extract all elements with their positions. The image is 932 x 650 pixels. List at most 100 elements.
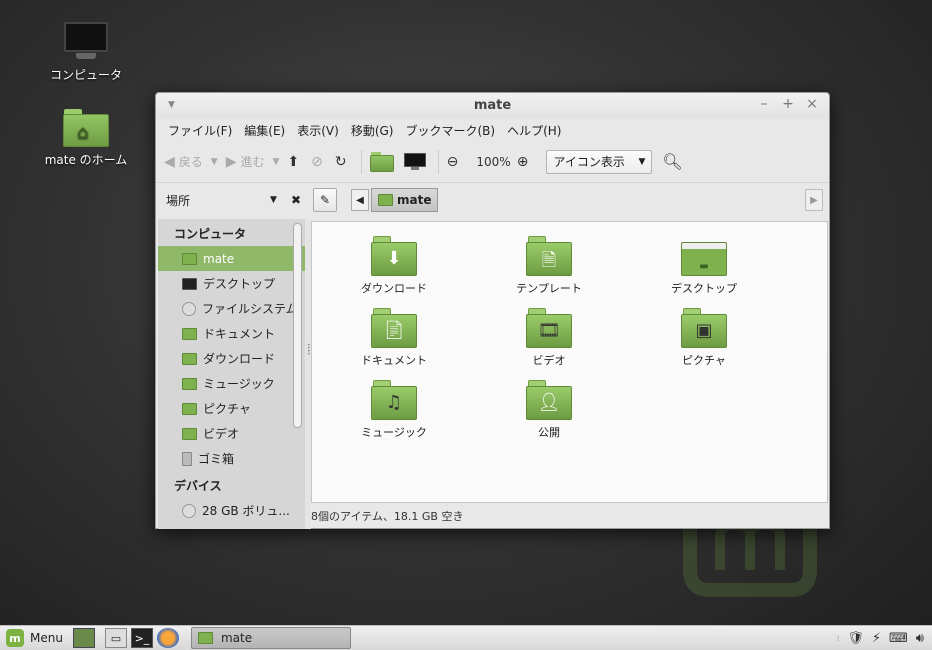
update-shield-icon[interactable]: 🛡︎ xyxy=(847,631,864,646)
up-button[interactable]: ⬆ xyxy=(287,154,303,170)
drive-icon xyxy=(182,503,196,518)
breadcrumb-mate[interactable]: mate xyxy=(371,188,439,212)
tray-handle-icon: ⁞ xyxy=(836,633,840,643)
sidebar-header: 場所 ▼ ✖ xyxy=(156,192,301,209)
stop-icon: ⊘ xyxy=(311,153,323,170)
back-arrow-icon: ◀ xyxy=(164,153,175,170)
file-item-templates[interactable]: 🗎 テンプレート xyxy=(489,236,609,296)
zoom-in-icon: ⊕ xyxy=(516,153,529,170)
taskbar-window-label: mate xyxy=(220,631,253,645)
music-folder-icon: ♫ xyxy=(371,380,417,420)
sidebar-item-downloads[interactable]: ダウンロード xyxy=(158,346,305,371)
sidebar-item-videos[interactable]: ビデオ xyxy=(158,421,305,446)
toggle-location-entry-button[interactable]: ✎ xyxy=(313,188,337,212)
minimize-button[interactable]: – xyxy=(756,96,772,112)
location-bar: 場所 ▼ ✖ ✎ ◀ mate ▶ xyxy=(156,183,829,217)
sidebar-item-volume[interactable]: 28 GB ボリュ... xyxy=(158,498,305,523)
sidebar-item-music[interactable]: ミュージック xyxy=(158,371,305,396)
menu-go[interactable]: 移動(G) xyxy=(345,122,400,139)
desktop-computer-label: コンピュータ xyxy=(49,68,122,82)
sidebar-item-label: デスクトップ xyxy=(203,277,276,291)
file-item-videos[interactable]: 🎞︎ ビデオ xyxy=(489,308,609,368)
file-item-label: デスクトップ xyxy=(671,282,737,295)
public-folder-icon: 👤︎ xyxy=(526,380,572,420)
sidebar-item-label: ファイルシステム xyxy=(202,302,298,316)
system-tray: ⁞ 🛡︎ ⚡︎ ⌨ 🔊︎ xyxy=(837,626,932,650)
home-folder-icon: ⌂ xyxy=(62,107,110,147)
sidebar-item-filesystem[interactable]: ファイルシステム xyxy=(158,296,305,321)
file-item-label: テンプレート xyxy=(516,282,582,295)
computer-button[interactable] xyxy=(403,152,426,172)
file-item-documents[interactable]: 📄︎ ドキュメント xyxy=(334,308,454,368)
menu-bookmarks[interactable]: ブックマーク(B) xyxy=(399,122,501,139)
search-button[interactable]: 🔍︎ xyxy=(662,152,686,171)
sidebar-item-documents[interactable]: ドキュメント xyxy=(158,321,305,346)
forward-label: 進む xyxy=(240,155,265,169)
menu-help[interactable]: ヘルプ(H) xyxy=(501,122,567,139)
sidebar-item-trash[interactable]: ゴミ箱 xyxy=(158,446,305,471)
trash-icon xyxy=(182,451,192,466)
desktop-icon xyxy=(182,277,197,290)
sidebar-item-label: ビデオ xyxy=(203,427,240,441)
reload-button[interactable]: ↻ xyxy=(335,154,351,170)
menu-edit[interactable]: 編集(E) xyxy=(238,122,291,139)
sidebar-item-desktop[interactable]: デスクトップ xyxy=(158,271,305,296)
downloads-folder-icon xyxy=(182,352,197,365)
sidebar-type-dropdown-icon[interactable]: ▼ xyxy=(270,195,277,205)
stop-button[interactable]: ⊘ xyxy=(311,154,327,170)
file-item-pictures[interactable]: ▣ ピクチャ xyxy=(644,308,764,368)
terminal-launcher-icon[interactable]: >_ xyxy=(130,628,153,648)
sidebar-item-pictures[interactable]: ピクチャ xyxy=(158,396,305,421)
sidebar-item-label: ミュージック xyxy=(203,377,275,391)
desktop-home-shortcut[interactable]: ⌂ mate のホーム xyxy=(36,107,136,168)
file-item-label: ミュージック xyxy=(361,426,427,439)
drive-icon xyxy=(182,301,196,316)
breadcrumb-scroll-left-button[interactable]: ◀ xyxy=(351,189,369,211)
forward-history-dropdown-icon[interactable]: ▼ xyxy=(273,157,280,167)
show-desktop-button[interactable] xyxy=(72,628,95,648)
menubar: ファイル(F) 編集(E) 表示(V) 移動(G) ブックマーク(B) ヘルプ(… xyxy=(156,119,829,141)
view-mode-select[interactable]: アイコン表示 ▼ xyxy=(546,149,653,174)
file-item-downloads[interactable]: ⬇ ダウンロード xyxy=(334,236,454,296)
home-folder-icon xyxy=(182,252,197,265)
toolbar: ◀ 戻る ▼ ▶ 進む ▼ ⬆ ⊘ ↻ ⊖ 100% ⊕ アイコン表示 ▼ 🔍︎ xyxy=(156,141,829,183)
network-icon[interactable]: ⚡︎ xyxy=(872,631,881,646)
file-item-label: ピクチャ xyxy=(682,354,726,367)
file-item-label: ダウンロード xyxy=(361,282,427,295)
back-history-dropdown-icon[interactable]: ▼ xyxy=(211,157,218,167)
menu-button[interactable]: m Menu xyxy=(0,629,63,647)
close-button[interactable]: × xyxy=(804,96,820,112)
sidebar-item-mate[interactable]: mate xyxy=(158,246,305,271)
titlebar[interactable]: ▼ mate – + × xyxy=(156,93,829,119)
back-button[interactable]: ◀ 戻る ▼ xyxy=(164,153,218,170)
file-item-music[interactable]: ♫ ミュージック xyxy=(334,380,454,440)
firefox-launcher-icon[interactable] xyxy=(156,628,179,648)
chevron-down-icon: ▼ xyxy=(638,156,646,167)
search-icon: 🔍︎ xyxy=(662,152,683,171)
zoom-in-button[interactable]: ⊕ xyxy=(517,154,533,170)
desktop-computer-shortcut[interactable]: コンピュータ xyxy=(36,20,136,83)
home-button[interactable] xyxy=(369,151,394,173)
forward-button[interactable]: ▶ 進む ▼ xyxy=(226,153,280,170)
file-item-desktop[interactable]: ▬ デスクトップ xyxy=(644,236,764,296)
volume-icon[interactable]: 🔊︎ xyxy=(916,631,924,646)
videos-folder-icon: 🎞︎ xyxy=(526,308,572,348)
videos-folder-icon xyxy=(182,427,197,440)
documents-folder-icon xyxy=(182,327,197,340)
home-folder-icon xyxy=(197,632,213,644)
taskbar-window-button[interactable]: mate xyxy=(190,627,351,649)
menu-view[interactable]: 表示(V) xyxy=(291,122,345,139)
zoom-out-button[interactable]: ⊖ xyxy=(447,154,463,170)
up-arrow-icon: ⬆ xyxy=(287,153,300,170)
sidebar-scrollbar[interactable] xyxy=(293,223,302,428)
sidebar-item-label: ゴミ箱 xyxy=(198,452,235,466)
reload-icon: ↻ xyxy=(334,153,347,170)
file-item-public[interactable]: 👤︎ 公開 xyxy=(489,380,609,440)
file-manager-launcher-icon[interactable]: ▭ xyxy=(104,628,127,648)
breadcrumb-scroll-right-button[interactable]: ▶ xyxy=(805,189,823,211)
menu-file[interactable]: ファイル(F) xyxy=(162,122,238,139)
keyboard-icon[interactable]: ⌨ xyxy=(889,631,908,646)
sidebar-close-icon[interactable]: ✖ xyxy=(291,193,301,207)
pictures-folder-icon: ▣ xyxy=(681,308,727,348)
maximize-button[interactable]: + xyxy=(780,96,796,112)
